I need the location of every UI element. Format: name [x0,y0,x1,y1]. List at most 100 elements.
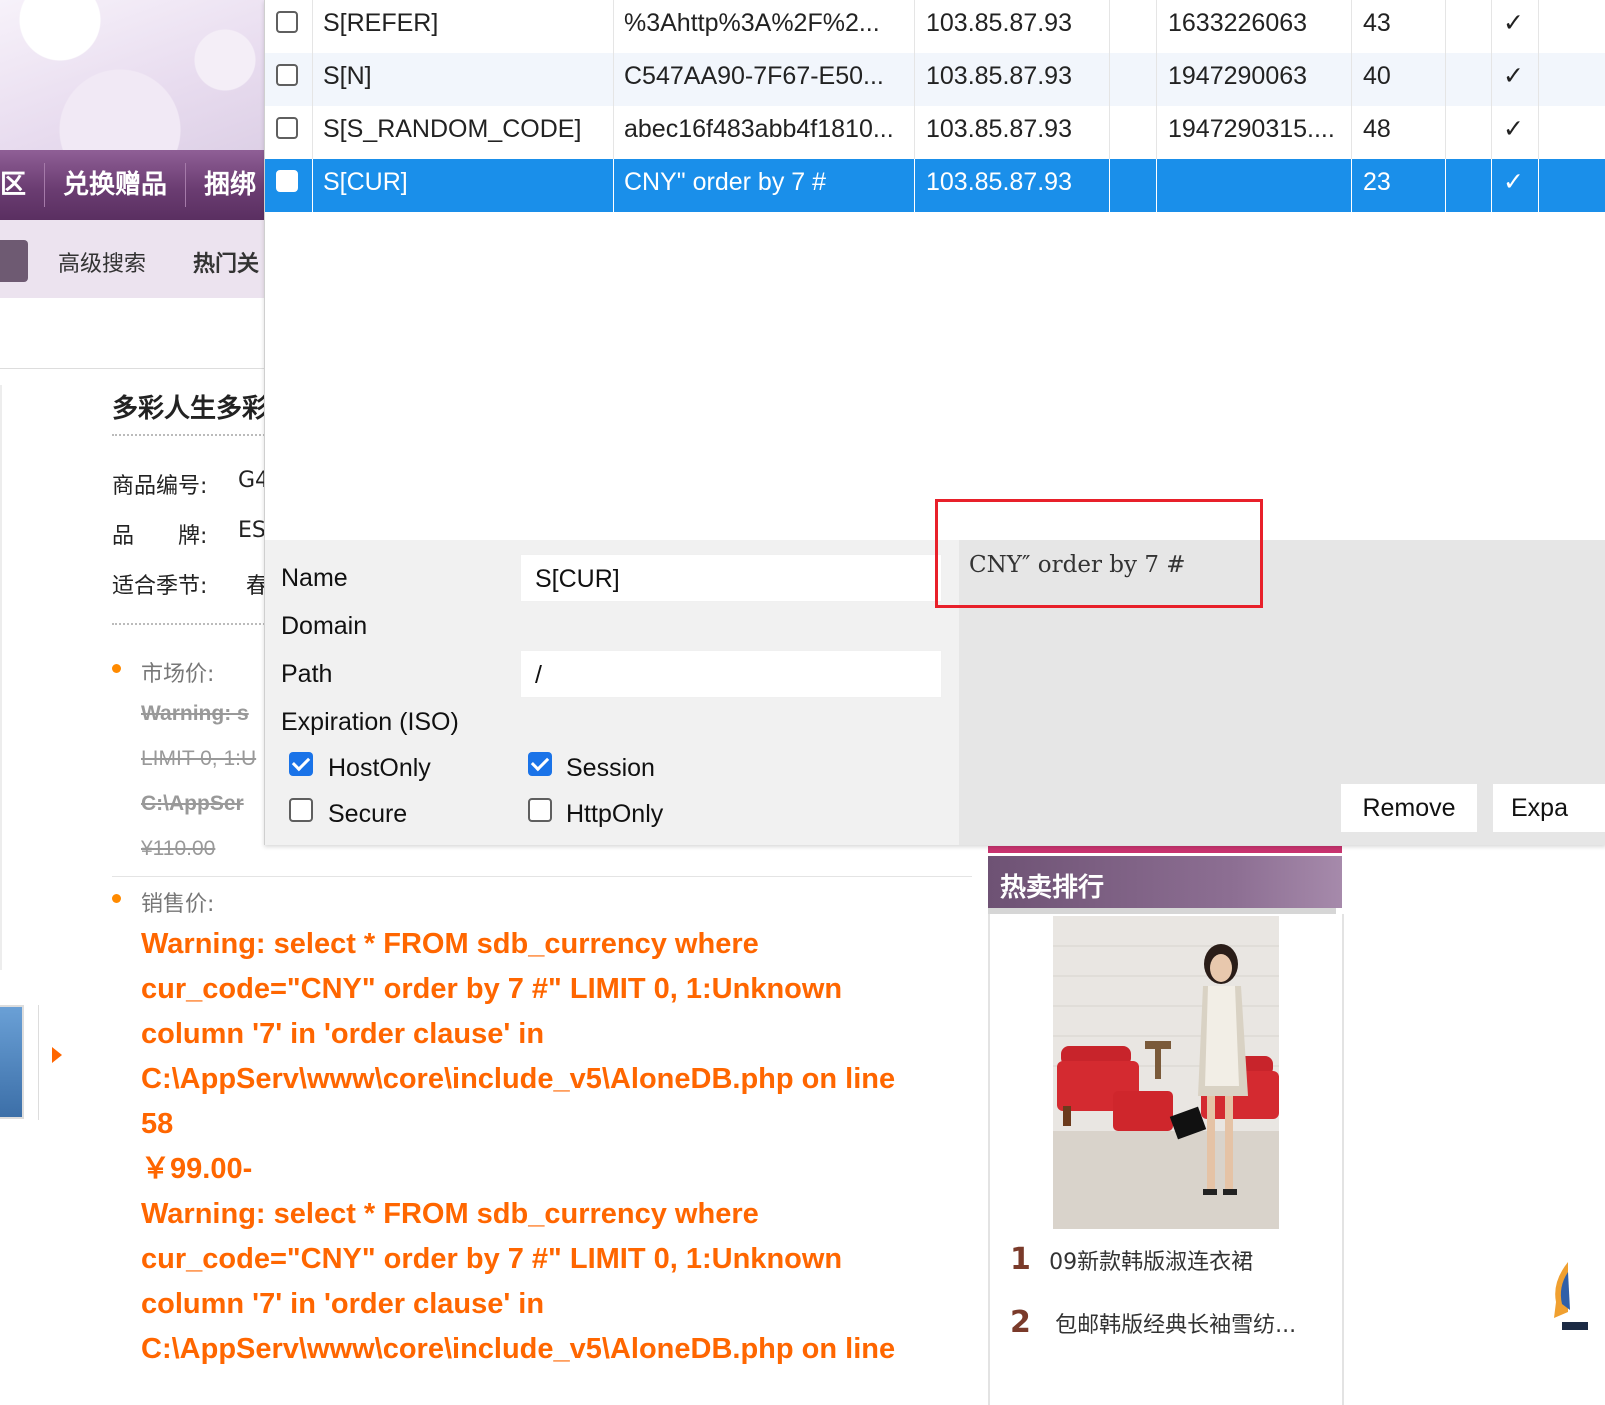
column-divider [1491,53,1492,106]
cookie-value: CNY" order by 7 # [624,168,827,196]
arrow-right-icon[interactable] [52,1047,62,1063]
path-input[interactable]: / [520,650,942,698]
cookie-value: %3Ahttp%3A%2F%2... [624,9,880,37]
column-divider [1538,53,1539,106]
column-divider [312,0,313,53]
cookie-name: S[N] [323,62,372,90]
cookie-expires [1168,159,1348,212]
nav-item[interactable]: 区 [0,163,46,207]
cookie-size: 40 [1363,62,1391,90]
cookie-row[interactable]: S[N] C547AA90-7F67-E50... 103.85.87.93 1… [265,53,1605,106]
column-divider [914,106,915,159]
bullet-icon [112,664,121,673]
cookie-expires: 1947290063 [1168,62,1308,90]
session-checkbox[interactable] [528,752,552,776]
row-checkbox[interactable] [276,117,298,139]
spec-brand: 品 牌: ES [112,518,266,550]
advanced-search-link[interactable]: 高级搜索 [58,246,146,278]
column-divider [1351,0,1352,53]
nav-item-gift-exchange[interactable]: 兑换赠品 [45,163,187,207]
path-label: Path [281,660,333,688]
column-divider [1538,0,1539,53]
nav-item-bundle[interactable]: 捆绑 [186,163,276,207]
product-thumbnail[interactable] [0,1005,24,1119]
column-divider [914,0,915,53]
column-divider [1491,106,1492,159]
row-checkbox[interactable] [276,11,298,33]
row-checkbox[interactable] [276,64,298,86]
divider [112,434,272,436]
cookie-domain: 103.85.87.93 [926,168,1072,196]
warning-line: column '7' in 'order clause' in [141,1018,545,1050]
secure-checkbox[interactable] [289,798,313,822]
search-button[interactable] [0,240,28,282]
column-divider [1351,106,1352,159]
domain-label: Domain [281,612,368,640]
name-input[interactable]: S[CUR] [520,554,942,602]
column-divider [1445,53,1446,106]
cookie-row[interactable]: S[REFER] %3Ahttp%3A%2F%2... 103.85.87.93… [265,0,1605,53]
cookie-value: C547AA90-7F67-E50... [624,62,884,90]
column-divider [1109,106,1110,159]
expiration-label: Expiration (ISO) [281,708,459,736]
httponly-label: HttpOnly [566,800,664,828]
column-divider [613,106,614,159]
spec-value: ES [238,518,266,543]
cookie-editor-panel: S[REFER] %3Ahttp%3A%2F%2... 103.85.87.93… [264,0,1605,845]
remove-button[interactable]: Remove [1341,784,1477,832]
rank-item-name[interactable]: 09新款韩版淑连衣裙 [1049,1250,1253,1275]
column-divider [1538,159,1539,212]
divider [0,385,2,970]
warning-line: Warning: select * FROM sdb_currency wher… [141,928,759,960]
hot-sales-accent-bar [988,846,1342,853]
row-checkbox[interactable] [276,170,298,192]
hot-sales-item[interactable]: 2 包邮韩版经典长袖雪纺... [1010,1305,1296,1340]
check-mark-icon: ✓ [1503,9,1524,37]
session-label: Session [566,754,655,782]
rank-number: 2 [1010,1305,1031,1340]
cookie-row-selected[interactable]: S[CUR] CNY" order by 7 # 103.85.87.93 23… [265,159,1605,212]
cookie-size: 43 [1363,9,1391,37]
name-label: Name [281,564,348,592]
hot-product-image[interactable] [1053,916,1279,1229]
column-divider [1538,106,1539,159]
column-divider [1156,53,1157,106]
highlight-box [935,499,1263,608]
cookie-name: S[CUR] [323,168,408,196]
hot-sales-item[interactable]: 1 09新款韩版淑连衣裙 [1010,1242,1253,1277]
cookie-size: 48 [1363,115,1391,143]
warning-line: 58 [141,1108,174,1140]
warning-line: cur_code="CNY" order by 7 #" LIMIT 0, 1:… [141,1243,843,1275]
column-divider [1156,0,1157,53]
product-title: 多彩人生多彩 [112,394,269,424]
secure-label: Secure [328,800,408,828]
hostonly-checkbox[interactable] [289,752,313,776]
cartoon-mascot-icon [1548,1262,1588,1342]
column-divider [1156,159,1157,212]
expand-button[interactable]: Expa [1493,784,1605,832]
column-divider [1351,53,1352,106]
column-divider [1491,0,1492,53]
shop-banner [0,0,270,150]
divider [112,876,972,877]
rank-item-name[interactable]: 包邮韩版经典长袖雪纺... [1055,1313,1296,1338]
spec-product-code: 商品编号: G4 [112,468,269,500]
divider [38,1005,39,1120]
check-mark-icon: ✓ [1503,115,1524,143]
column-divider [914,53,915,106]
cookie-name: S[REFER] [323,9,439,37]
shop-nav-bar: 区 兑换赠品 捆绑 [0,150,276,220]
warning-line: C:\AppServ\www\core\include_v5\AloneDB.p… [141,1063,896,1095]
column-divider [312,106,313,159]
column-divider [613,0,614,53]
column-divider [1351,159,1352,212]
cookie-expires: 1947290315.... [1168,115,1335,143]
hot-sales-header: 热卖排行 [988,856,1342,908]
spec-label: 商品编号: [112,474,208,499]
httponly-checkbox[interactable] [528,798,552,822]
hot-keywords-label: 热门关 [193,252,260,277]
cookie-row[interactable]: S[S_RANDOM_CODE] abec16f483abb4f1810... … [265,106,1605,159]
spec-label: 适合季节: [112,574,208,599]
divider [0,368,270,369]
cookie-detail-form: Name S[CUR] Domain Path / Expiration (IS… [265,540,959,845]
